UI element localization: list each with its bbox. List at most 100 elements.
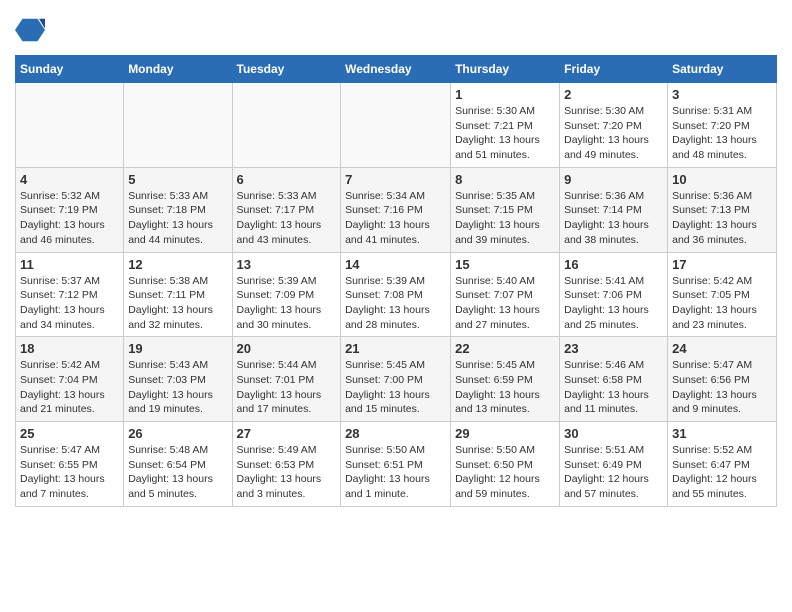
day-info: Sunrise: 5:49 AM Sunset: 6:53 PM Dayligh…: [237, 443, 337, 502]
day-number: 2: [564, 87, 663, 102]
day-info: Sunrise: 5:42 AM Sunset: 7:04 PM Dayligh…: [20, 358, 119, 417]
day-number: 26: [128, 426, 227, 441]
calendar-cell: 25 Sunrise: 5:47 AM Sunset: 6:55 PM Dayli…: [16, 422, 124, 507]
calendar-cell: 21 Sunrise: 5:45 AM Sunset: 7:00 PM Dayli…: [341, 337, 451, 422]
day-number: 1: [455, 87, 555, 102]
day-info: Sunrise: 5:50 AM Sunset: 6:51 PM Dayligh…: [345, 443, 446, 502]
day-number: 16: [564, 257, 663, 272]
day-number: 5: [128, 172, 227, 187]
day-number: 13: [237, 257, 337, 272]
calendar-cell: 3Sunrise: 5:31 AM Sunset: 7:20 PM Daylig…: [668, 83, 777, 168]
day-number: 8: [455, 172, 555, 187]
day-info: Sunrise: 5:42 AM Sunset: 7:05 PM Dayligh…: [672, 274, 772, 333]
calendar-cell: 17 Sunrise: 5:42 AM Sunset: 7:05 PM Dayli…: [668, 252, 777, 337]
day-number: 10: [672, 172, 772, 187]
header-sunday: Sunday: [16, 56, 124, 83]
day-number: 28: [345, 426, 446, 441]
calendar-header-row: SundayMondayTuesdayWednesdayThursdayFrid…: [16, 56, 777, 83]
day-info: Sunrise: 5:48 AM Sunset: 6:54 PM Dayligh…: [128, 443, 227, 502]
calendar-week-3: 11 Sunrise: 5:37 AM Sunset: 7:12 PM Dayli…: [16, 252, 777, 337]
day-number: 21: [345, 341, 446, 356]
calendar-cell: 27 Sunrise: 5:49 AM Sunset: 6:53 PM Dayli…: [232, 422, 341, 507]
calendar-cell: 16 Sunrise: 5:41 AM Sunset: 7:06 PM Dayli…: [560, 252, 668, 337]
calendar-cell: 5 Sunrise: 5:33 AM Sunset: 7:18 PM Daylig…: [124, 167, 232, 252]
calendar-cell: 12 Sunrise: 5:38 AM Sunset: 7:11 PM Dayli…: [124, 252, 232, 337]
calendar-cell: 19Sunrise: 5:43 AM Sunset: 7:03 PM Dayli…: [124, 337, 232, 422]
day-info: Sunrise: 5:44 AM Sunset: 7:01 PM Dayligh…: [237, 358, 337, 417]
header-friday: Friday: [560, 56, 668, 83]
day-number: 7: [345, 172, 446, 187]
day-info: Sunrise: 5:45 AM Sunset: 6:59 PM Dayligh…: [455, 358, 555, 417]
calendar-cell: 24Sunrise: 5:47 AM Sunset: 6:56 PM Dayli…: [668, 337, 777, 422]
page-header: [15, 15, 777, 45]
day-info: Sunrise: 5:34 AM Sunset: 7:16 PM Dayligh…: [345, 189, 446, 248]
day-info: Sunrise: 5:38 AM Sunset: 7:11 PM Dayligh…: [128, 274, 227, 333]
day-number: 22: [455, 341, 555, 356]
day-number: 14: [345, 257, 446, 272]
calendar-cell: 4Sunrise: 5:32 AM Sunset: 7:19 PM Daylig…: [16, 167, 124, 252]
day-number: 12: [128, 257, 227, 272]
calendar-cell: 28 Sunrise: 5:50 AM Sunset: 6:51 PM Dayli…: [341, 422, 451, 507]
day-number: 9: [564, 172, 663, 187]
day-number: 27: [237, 426, 337, 441]
day-number: 18: [20, 341, 119, 356]
calendar-week-2: 4Sunrise: 5:32 AM Sunset: 7:19 PM Daylig…: [16, 167, 777, 252]
header-thursday: Thursday: [451, 56, 560, 83]
day-info: Sunrise: 5:35 AM Sunset: 7:15 PM Dayligh…: [455, 189, 555, 248]
day-number: 30: [564, 426, 663, 441]
day-info: Sunrise: 5:36 AM Sunset: 7:13 PM Dayligh…: [672, 189, 772, 248]
day-info: Sunrise: 5:46 AM Sunset: 6:58 PM Dayligh…: [564, 358, 663, 417]
day-info: Sunrise: 5:31 AM Sunset: 7:20 PM Dayligh…: [672, 104, 772, 163]
day-info: Sunrise: 5:47 AM Sunset: 6:56 PM Dayligh…: [672, 358, 772, 417]
calendar-cell: 29 Sunrise: 5:50 AM Sunset: 6:50 PM Dayli…: [451, 422, 560, 507]
header-wednesday: Wednesday: [341, 56, 451, 83]
calendar-cell: 10 Sunrise: 5:36 AM Sunset: 7:13 PM Dayli…: [668, 167, 777, 252]
calendar-cell: 26 Sunrise: 5:48 AM Sunset: 6:54 PM Dayli…: [124, 422, 232, 507]
calendar-cell: 23 Sunrise: 5:46 AM Sunset: 6:58 PM Dayli…: [560, 337, 668, 422]
day-info: Sunrise: 5:37 AM Sunset: 7:12 PM Dayligh…: [20, 274, 119, 333]
calendar-cell: 6 Sunrise: 5:33 AM Sunset: 7:17 PM Daylig…: [232, 167, 341, 252]
calendar-cell: 2 Sunrise: 5:30 AM Sunset: 7:20 PM Daylig…: [560, 83, 668, 168]
day-info: Sunrise: 5:36 AM Sunset: 7:14 PM Dayligh…: [564, 189, 663, 248]
calendar-cell: 11 Sunrise: 5:37 AM Sunset: 7:12 PM Dayli…: [16, 252, 124, 337]
calendar-week-1: 1 Sunrise: 5:30 AM Sunset: 7:21 PM Daylig…: [16, 83, 777, 168]
calendar-week-4: 18 Sunrise: 5:42 AM Sunset: 7:04 PM Dayli…: [16, 337, 777, 422]
day-info: Sunrise: 5:30 AM Sunset: 7:21 PM Dayligh…: [455, 104, 555, 163]
day-info: Sunrise: 5:30 AM Sunset: 7:20 PM Dayligh…: [564, 104, 663, 163]
day-number: 29: [455, 426, 555, 441]
calendar-cell: 1 Sunrise: 5:30 AM Sunset: 7:21 PM Daylig…: [451, 83, 560, 168]
day-info: Sunrise: 5:47 AM Sunset: 6:55 PM Dayligh…: [20, 443, 119, 502]
calendar-cell: 31 Sunrise: 5:52 AM Sunset: 6:47 PM Dayli…: [668, 422, 777, 507]
calendar-cell: [124, 83, 232, 168]
day-number: 23: [564, 341, 663, 356]
calendar-cell: 7 Sunrise: 5:34 AM Sunset: 7:16 PM Daylig…: [341, 167, 451, 252]
day-number: 19: [128, 341, 227, 356]
calendar-cell: 30 Sunrise: 5:51 AM Sunset: 6:49 PM Dayli…: [560, 422, 668, 507]
calendar-cell: 8 Sunrise: 5:35 AM Sunset: 7:15 PM Daylig…: [451, 167, 560, 252]
day-info: Sunrise: 5:51 AM Sunset: 6:49 PM Dayligh…: [564, 443, 663, 502]
day-number: 4: [20, 172, 119, 187]
day-info: Sunrise: 5:33 AM Sunset: 7:17 PM Dayligh…: [237, 189, 337, 248]
calendar-cell: 22 Sunrise: 5:45 AM Sunset: 6:59 PM Dayli…: [451, 337, 560, 422]
day-info: Sunrise: 5:40 AM Sunset: 7:07 PM Dayligh…: [455, 274, 555, 333]
day-number: 31: [672, 426, 772, 441]
calendar-cell: 13 Sunrise: 5:39 AM Sunset: 7:09 PM Dayli…: [232, 252, 341, 337]
calendar-cell: 15Sunrise: 5:40 AM Sunset: 7:07 PM Dayli…: [451, 252, 560, 337]
logo-icon: [15, 15, 45, 45]
day-info: Sunrise: 5:39 AM Sunset: 7:09 PM Dayligh…: [237, 274, 337, 333]
day-info: Sunrise: 5:33 AM Sunset: 7:18 PM Dayligh…: [128, 189, 227, 248]
day-number: 11: [20, 257, 119, 272]
day-info: Sunrise: 5:39 AM Sunset: 7:08 PM Dayligh…: [345, 274, 446, 333]
day-number: 25: [20, 426, 119, 441]
calendar-cell: 9 Sunrise: 5:36 AM Sunset: 7:14 PM Daylig…: [560, 167, 668, 252]
calendar-cell: [341, 83, 451, 168]
calendar-week-5: 25 Sunrise: 5:47 AM Sunset: 6:55 PM Dayli…: [16, 422, 777, 507]
day-number: 6: [237, 172, 337, 187]
day-info: Sunrise: 5:45 AM Sunset: 7:00 PM Dayligh…: [345, 358, 446, 417]
header-monday: Monday: [124, 56, 232, 83]
day-info: Sunrise: 5:50 AM Sunset: 6:50 PM Dayligh…: [455, 443, 555, 502]
day-number: 17: [672, 257, 772, 272]
header-tuesday: Tuesday: [232, 56, 341, 83]
day-info: Sunrise: 5:41 AM Sunset: 7:06 PM Dayligh…: [564, 274, 663, 333]
day-info: Sunrise: 5:52 AM Sunset: 6:47 PM Dayligh…: [672, 443, 772, 502]
